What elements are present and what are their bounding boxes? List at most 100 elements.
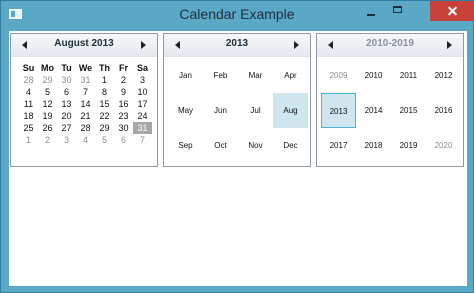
title-bar[interactable]: Calendar Example: [1, 1, 474, 31]
month-cell[interactable]: Oct: [203, 128, 238, 163]
year-cell[interactable]: 2019: [391, 128, 426, 163]
day-cell[interactable]: 1: [19, 134, 38, 146]
day-cell[interactable]: 31: [76, 74, 95, 86]
day-cell[interactable]: 30: [114, 122, 133, 134]
maximize-button[interactable]: [385, 1, 411, 21]
month-cell[interactable]: Jun: [203, 93, 238, 128]
year-cell[interactable]: 2017: [321, 128, 356, 163]
selected-day-cell[interactable]: 31: [133, 122, 152, 134]
day-cell[interactable]: 9: [114, 86, 133, 98]
day-cell[interactable]: 28: [76, 122, 95, 134]
year-cell[interactable]: 2013: [321, 93, 356, 128]
day-cell[interactable]: 23: [114, 110, 133, 122]
day-cell[interactable]: 3: [133, 74, 152, 86]
day-header: Sa: [136, 63, 148, 73]
day-cell[interactable]: 29: [95, 122, 114, 134]
day-cell[interactable]: 22: [95, 110, 114, 122]
day-cell[interactable]: 1: [95, 74, 114, 86]
year-row: 2017 2018 2019 2020: [321, 128, 461, 163]
day-grid: Su Mo Tu We Th Fr Sa 28 29 30 31 1 2 3 4 5 6 7 8 9 10…: [19, 62, 153, 146]
month-cell[interactable]: Apr: [273, 58, 308, 93]
day-cell[interactable]: 25: [19, 122, 38, 134]
month-cell[interactable]: Jan: [168, 58, 203, 93]
day-cell[interactable]: 15: [95, 98, 114, 110]
day-cell[interactable]: 8: [95, 86, 114, 98]
year-cell[interactable]: 2015: [391, 93, 426, 128]
next-month-button[interactable]: [136, 38, 150, 52]
month-cell[interactable]: Dec: [273, 128, 308, 163]
close-button[interactable]: [430, 1, 474, 21]
year-cell[interactable]: 2014: [356, 93, 391, 128]
day-cell[interactable]: 28: [19, 74, 38, 86]
previous-decade-button[interactable]: [324, 38, 338, 52]
day-cell[interactable]: 20: [57, 110, 76, 122]
month-cell[interactable]: Sep: [168, 128, 203, 163]
year-cell[interactable]: 2012: [426, 58, 461, 93]
week-row: 18 19 20 21 22 23 24: [19, 110, 153, 122]
day-header: Tu: [61, 63, 72, 73]
year-cell[interactable]: 2016: [426, 93, 461, 128]
day-cell[interactable]: 5: [38, 86, 57, 98]
year-cell[interactable]: 2020: [426, 128, 461, 163]
year-row: 2009 2010 2011 2012: [321, 58, 461, 93]
app-window: Calendar Example August 2013 Su Mo Tu We…: [0, 0, 474, 293]
calendar-title[interactable]: August 2013: [33, 38, 135, 49]
month-row: May Jun Jul Aug: [168, 93, 308, 128]
month-cell[interactable]: Nov: [238, 128, 273, 163]
day-cell[interactable]: 12: [38, 98, 57, 110]
day-cell[interactable]: 2: [38, 134, 57, 146]
day-cell[interactable]: 5: [95, 134, 114, 146]
day-cell[interactable]: 21: [76, 110, 95, 122]
calendar-year-view: 2013 Jan Feb Mar Apr May Jun Jul Aug Sep Oct Nov De…: [163, 33, 311, 167]
year-cell[interactable]: 2011: [391, 58, 426, 93]
day-cell[interactable]: 18: [19, 110, 38, 122]
day-cell[interactable]: 30: [57, 74, 76, 86]
calendar-title[interactable]: 2013: [186, 38, 288, 49]
month-cell[interactable]: Jul: [238, 93, 273, 128]
day-cell[interactable]: 4: [76, 134, 95, 146]
day-header: Su: [22, 63, 35, 73]
previous-month-button[interactable]: [18, 38, 32, 52]
previous-year-button[interactable]: [171, 38, 185, 52]
year-grid: 2009 2010 2011 2012 2013 2014 2015 2016 2017 2018…: [321, 58, 461, 163]
client-area: August 2013 Su Mo Tu We Th Fr Sa 28 29 30 3…: [9, 31, 467, 286]
day-cell[interactable]: 19: [38, 110, 57, 122]
next-decade-button[interactable]: [442, 38, 456, 52]
day-header: Mo: [41, 63, 54, 73]
day-cell[interactable]: 10: [133, 86, 152, 98]
day-cell[interactable]: 7: [76, 86, 95, 98]
year-cell[interactable]: 2009: [321, 58, 356, 93]
day-cell[interactable]: 11: [19, 98, 38, 110]
month-grid: Jan Feb Mar Apr May Jun Jul Aug Sep Oct Nov Dec: [168, 58, 308, 163]
week-row: 11 12 13 14 15 16 17: [19, 98, 153, 110]
day-cell[interactable]: 27: [57, 122, 76, 134]
month-cell[interactable]: Aug: [273, 93, 308, 128]
day-cell[interactable]: 29: [38, 74, 57, 86]
day-cell[interactable]: 3: [57, 134, 76, 146]
month-cell[interactable]: May: [168, 93, 203, 128]
year-cell[interactable]: 2018: [356, 128, 391, 163]
day-cell[interactable]: 24: [133, 110, 152, 122]
day-cell[interactable]: 17: [133, 98, 152, 110]
day-cell[interactable]: 6: [57, 86, 76, 98]
day-cell[interactable]: 26: [38, 122, 57, 134]
day-cell[interactable]: 7: [133, 134, 152, 146]
calendar-decade-view: 2010-2019 2009 2010 2011 2012 2013 2014 2015 20…: [316, 33, 464, 167]
year-row: 2013 2014 2015 2016: [321, 93, 461, 128]
day-cell[interactable]: 13: [57, 98, 76, 110]
month-cell[interactable]: Mar: [238, 58, 273, 93]
month-cell[interactable]: Feb: [203, 58, 238, 93]
month-row: Sep Oct Nov Dec: [168, 128, 308, 163]
day-cell[interactable]: 6: [114, 134, 133, 146]
next-year-button[interactable]: [289, 38, 303, 52]
month-row: Jan Feb Mar Apr: [168, 58, 308, 93]
day-cell[interactable]: 14: [76, 98, 95, 110]
day-cell[interactable]: 16: [114, 98, 133, 110]
day-header-row: Su Mo Tu We Th Fr Sa: [19, 62, 153, 74]
day-header: Fr: [119, 63, 128, 73]
calendar-header: 2010-2019: [317, 34, 463, 57]
day-cell[interactable]: 2: [114, 74, 133, 86]
minimize-button[interactable]: [358, 1, 384, 21]
day-cell[interactable]: 4: [19, 86, 38, 98]
year-cell[interactable]: 2010: [356, 58, 391, 93]
